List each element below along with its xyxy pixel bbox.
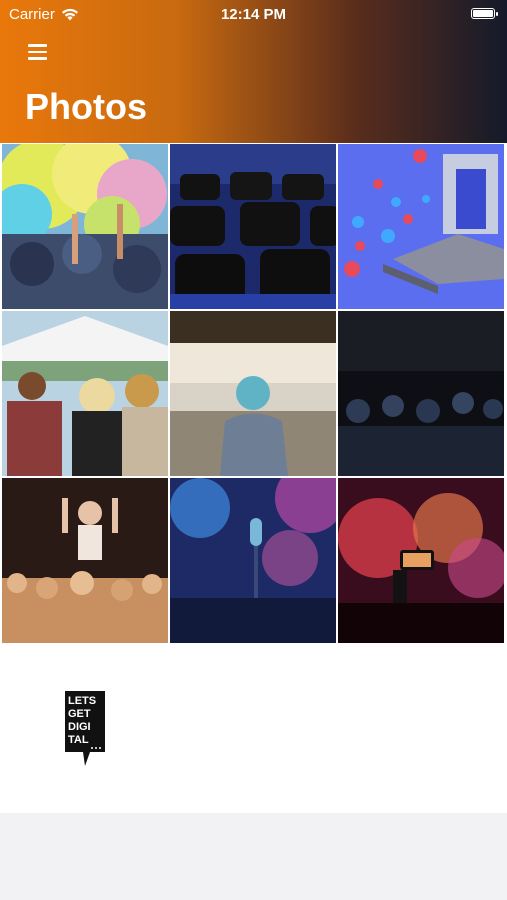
clock: 12:14 PM	[220, 6, 287, 23]
holi-color-powder-crowd-photo	[2, 144, 168, 309]
social-reactions-stage-illustration	[338, 144, 504, 309]
hamburger-menu-icon[interactable]	[28, 44, 47, 60]
microphone-stage-lights-photo	[170, 478, 336, 643]
photo-tile-microphone[interactable]	[170, 478, 336, 643]
photo-tile-dark-audience[interactable]	[338, 311, 504, 476]
photo-tile-festival[interactable]	[2, 311, 168, 476]
photo-tile-social-stage[interactable]	[338, 144, 504, 309]
status-bar: Carrier 12:14 PM	[0, 0, 507, 28]
logo-line-4: TAL	[68, 734, 89, 746]
crowd-surfing-concert-photo	[2, 478, 168, 643]
logo-line-1: LETS	[68, 695, 96, 707]
page-title: Photos	[25, 86, 147, 127]
dark-concert-audience-photo	[338, 311, 504, 476]
outdoor-festival-crowd-photo	[2, 311, 168, 476]
photo-tile-conference[interactable]	[170, 311, 336, 476]
photo-tile-holi-crowd[interactable]	[2, 144, 168, 309]
photo-tile-auditorium[interactable]	[170, 144, 336, 309]
photo-tile-phone-concert[interactable]	[338, 478, 504, 643]
battery-icon	[471, 8, 498, 19]
photo-tile-crowd-surf[interactable]	[2, 478, 168, 643]
lets-get-digital-logo: LETS GET DIGI TAL	[65, 691, 105, 766]
conference-speaker-audience-photo	[170, 311, 336, 476]
logo-line-2: GET	[68, 708, 91, 720]
photo-grid	[0, 143, 507, 645]
app-header: Carrier 12:14 PM Photos	[0, 0, 507, 143]
logo-line-3: DIGI	[68, 721, 91, 733]
phone-recording-concert-photo	[338, 478, 504, 643]
empty-auditorium-chairs-photo	[170, 144, 336, 309]
